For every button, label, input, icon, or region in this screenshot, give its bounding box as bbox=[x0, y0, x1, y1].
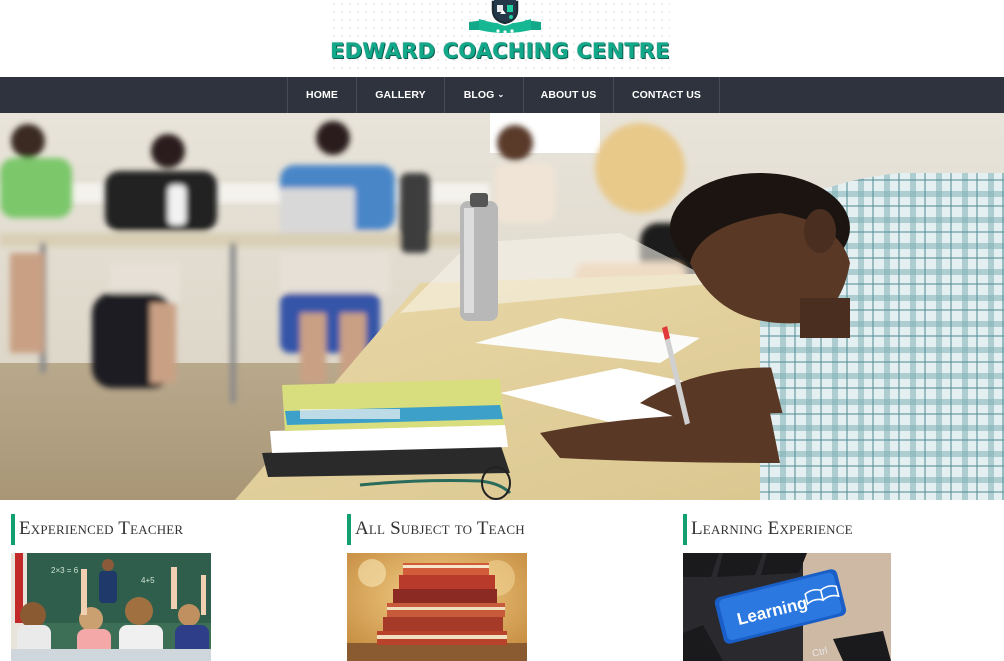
classroom-raised-hands-image: 2×3 = 6 4+5 bbox=[11, 553, 211, 661]
feature-title: Learning Experience bbox=[691, 518, 853, 539]
stacked-books-image bbox=[347, 553, 527, 661]
nav-label: GALLERY bbox=[375, 89, 426, 101]
classroom-photo bbox=[0, 113, 1004, 500]
feature-image-classroom[interactable]: 2×3 = 6 4+5 bbox=[11, 553, 211, 661]
nav-item-gallery[interactable]: GALLERY bbox=[356, 77, 444, 113]
feature-image-keyboard[interactable]: Learning Ctrl bbox=[683, 553, 891, 661]
learning-keyboard-image: Learning Ctrl bbox=[683, 553, 891, 661]
site-logo[interactable]: EDWARD COACHING CENTRE bbox=[330, 0, 670, 70]
nav-label: HOME bbox=[306, 89, 338, 101]
nav-label: BLOG bbox=[463, 89, 495, 101]
hero-image bbox=[0, 113, 1004, 500]
heading-accent-bar bbox=[683, 514, 687, 545]
svg-text:2×3 = 6: 2×3 = 6 bbox=[51, 566, 79, 575]
chevron-down-icon: ⌄ bbox=[497, 89, 505, 99]
svg-text:4+5: 4+5 bbox=[141, 576, 155, 585]
nav-label: ABOUT US bbox=[540, 89, 597, 101]
heading-accent-bar bbox=[347, 514, 351, 545]
nav-menu: HOME GALLERY BLOG ⌄ ABOUT US CONTACT US bbox=[287, 77, 720, 113]
nav-item-about-us[interactable]: ABOUT US bbox=[523, 77, 613, 113]
nav-item-home[interactable]: HOME bbox=[287, 77, 356, 113]
main-navigation: HOME GALLERY BLOG ⌄ ABOUT US CONTACT US bbox=[0, 77, 1004, 113]
logo-title: EDWARD COACHING CENTRE bbox=[330, 39, 670, 63]
feature-title: All Subject to Teach bbox=[355, 518, 525, 539]
feature-image-books[interactable] bbox=[347, 553, 527, 661]
feature-title: Experienced Teacher bbox=[19, 518, 184, 539]
site-header: EDWARD COACHING CENTRE bbox=[0, 0, 1004, 77]
heading-accent-bar bbox=[11, 514, 15, 545]
nav-label: CONTACT US bbox=[631, 89, 702, 101]
nav-item-blog[interactable]: BLOG ⌄ bbox=[444, 77, 523, 113]
crest-icon bbox=[469, 0, 541, 34]
nav-item-contact-us[interactable]: CONTACT US bbox=[613, 77, 720, 113]
